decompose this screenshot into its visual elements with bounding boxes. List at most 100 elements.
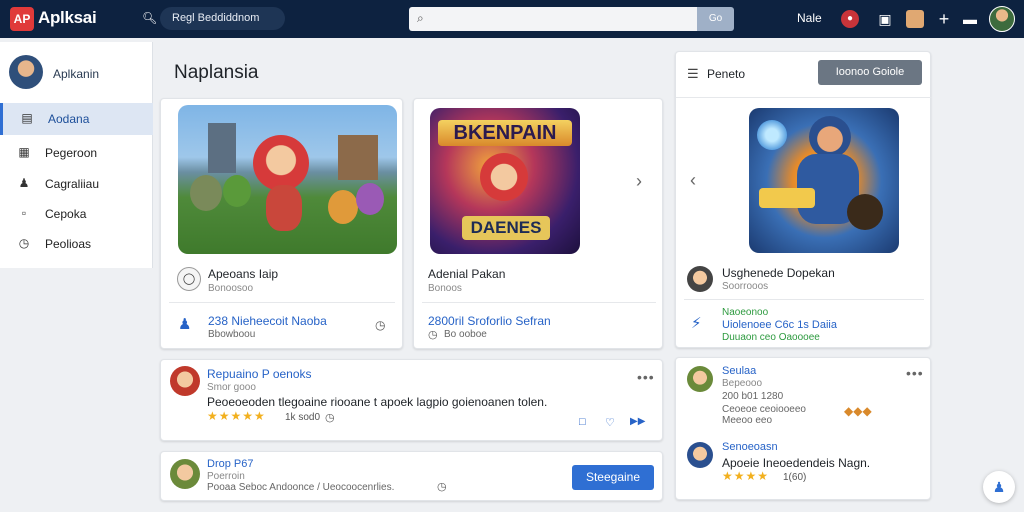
goblin-character: [328, 190, 358, 224]
card-subtitle: Bonoosoo: [208, 283, 254, 294]
search-button[interactable]: Go: [697, 7, 734, 31]
feed-title[interactable]: Drop P67: [207, 458, 253, 470]
search-input[interactable]: [409, 7, 697, 31]
avatar[interactable]: [170, 459, 200, 489]
review-body: Apoeie Ineoedendeis Nagn.: [722, 456, 871, 470]
goblin-character: [223, 175, 251, 207]
sidebar-item-label: Cagraliiau: [45, 177, 100, 191]
avatar[interactable]: [687, 266, 713, 292]
review-line: 200 b01 1280: [722, 391, 784, 402]
building-shape: [208, 123, 236, 173]
app-logo-icon[interactable]: AP: [10, 7, 34, 31]
card-meta: Bbowboou: [208, 329, 256, 340]
clock-icon[interactable]: ◷: [375, 318, 385, 332]
rating-count: 1k sod0: [285, 412, 321, 423]
avatar[interactable]: [687, 442, 713, 468]
search-field-icon: ⌕: [417, 11, 424, 25]
sidebar-avatar[interactable]: [9, 55, 43, 89]
clipboard-icon[interactable]: ▣: [874, 8, 896, 30]
feed-subtitle: Smor gooo: [207, 382, 256, 393]
panel-feature-line[interactable]: Uiolenoee C6c 1s Daiia: [722, 319, 837, 331]
user-icon: ♟: [178, 316, 192, 333]
divider: [169, 302, 395, 303]
chevron-left-icon[interactable]: ‹: [690, 170, 696, 191]
right-panel-card: ☰ Peneto Ioonoo Goiole ‹ Usghenede Dopek…: [675, 51, 932, 348]
menu-icon[interactable]: ☰: [687, 66, 699, 82]
avatar[interactable]: [687, 366, 713, 392]
hero-character: [809, 116, 851, 158]
sidebar: Aplkanin ▤ Aodana ▦ Pegeroon ♟ Cagraliia…: [0, 42, 153, 268]
profile-fab-icon[interactable]: ♟: [983, 471, 1015, 503]
add-icon[interactable]: +: [933, 8, 955, 30]
sidebar-user-name[interactable]: Aplkanin: [53, 67, 99, 81]
hero-body: [266, 185, 302, 231]
feed-title[interactable]: Repuaino P oenoks: [207, 367, 312, 381]
divider: [684, 299, 924, 300]
featured-card-2[interactable]: BKENPAIN DAENES › Adenial Pakan Bonoos 2…: [413, 98, 663, 349]
bolt-icon: ⚡︎: [691, 315, 702, 332]
review-desc: Meeoo eeo: [722, 415, 773, 426]
review-name[interactable]: Seulaa: [722, 365, 756, 377]
divider: [422, 302, 656, 303]
feed-body: Pooaa Seboc Andoonce / Ueocoocenrlies.: [207, 482, 395, 493]
toggle-icon[interactable]: ▬: [959, 8, 981, 30]
notification-icon[interactable]: ●: [841, 10, 859, 28]
app-name[interactable]: Aplksai: [38, 8, 97, 28]
user-name[interactable]: Nale: [797, 11, 822, 25]
sidebar-item-pegeroon[interactable]: ▦ Pegeroon: [0, 137, 153, 169]
card-title[interactable]: Adenial Pakan: [428, 267, 505, 281]
avatar[interactable]: [989, 6, 1015, 32]
clock-icon: ◷: [325, 412, 335, 424]
sidebar-item-aodana[interactable]: ▤ Aodana: [0, 103, 153, 135]
search-icon[interactable]: 🔍︎: [142, 11, 157, 25]
more-icon[interactable]: •••: [906, 365, 924, 381]
game-banner-bottom: DAENES: [462, 216, 550, 240]
top-navigation-bar: AP Aplksai 🔍︎ Regl Beddiddnom ⌕ Go Nale …: [0, 0, 1024, 38]
chevron-right-icon[interactable]: ›: [636, 171, 642, 192]
feed-card-1[interactable]: Repuaino P oenoks Smor gooo ••• Peoeoeod…: [160, 359, 663, 441]
badge-icon: ◆◆◆: [844, 404, 872, 418]
game-thumbnail[interactable]: [178, 105, 397, 254]
users-icon: ♟: [18, 176, 30, 190]
bomb-shape: [847, 194, 883, 230]
clock-icon: ◷: [18, 236, 30, 250]
panel-header-button[interactable]: Ioonoo Goiole: [818, 60, 922, 85]
more-icon[interactable]: •••: [637, 369, 655, 385]
share-icon[interactable]: ▶▶: [630, 416, 645, 427]
document-icon: ▤: [21, 111, 33, 125]
heart-icon[interactable]: ♡: [605, 416, 615, 429]
reviews-card: Seulaa Bepeooo ••• 200 b01 1280 Ceoeoe c…: [675, 357, 931, 500]
card-subtitle: Bonoos: [428, 283, 462, 294]
goblin-character: [356, 183, 384, 215]
featured-card-1[interactable]: ◯ Apeoans Iaip Bonoosoo ♟ 238 Nieheecoit…: [160, 98, 403, 349]
hero-character: [480, 153, 528, 201]
card-link[interactable]: 238 Nieheecoit Naoba: [208, 314, 327, 328]
game-icon: ◯: [177, 267, 201, 291]
sidebar-item-cagraliiau[interactable]: ♟ Cagraliiau: [0, 168, 153, 200]
card-link[interactable]: 2800ril Sroforlio Sefran: [428, 314, 551, 328]
review-name[interactable]: Senoeoasn: [722, 441, 778, 453]
action-button[interactable]: Steegaine: [572, 465, 654, 490]
energy-orb: [757, 120, 787, 150]
sidebar-item-peolioas[interactable]: ◷ Peolioas: [0, 228, 153, 260]
card-meta: Bo ooboe: [444, 329, 487, 340]
page-title: Naplansia: [174, 62, 259, 83]
star-rating-icon: ★★★★★: [207, 409, 266, 423]
feed-subtitle: Poerroin: [207, 471, 245, 482]
avatar[interactable]: [170, 366, 200, 396]
divider: [676, 97, 932, 98]
game-banner: [759, 188, 815, 208]
sidebar-item-label: Aodana: [48, 112, 90, 126]
chat-icon[interactable]: □: [579, 416, 586, 428]
feed-card-2[interactable]: Drop P67 Poerroin Pooaa Seboc Andoonce /…: [160, 451, 663, 501]
sidebar-item-cepoka[interactable]: ▫ Cepoka: [0, 198, 153, 230]
panel-feature-line: Naoeonoo: [722, 307, 769, 318]
game-thumbnail[interactable]: [749, 108, 899, 253]
rating-count: 1(60): [783, 472, 807, 483]
game-thumbnail[interactable]: BKENPAIN DAENES: [430, 108, 580, 254]
card-title[interactable]: Apeoans Iaip: [208, 267, 278, 281]
panel-feature-title[interactable]: Usghenede Dopekan: [722, 266, 835, 280]
messages-icon[interactable]: [906, 10, 924, 28]
nav-pill[interactable]: Regl Beddiddnom: [160, 7, 285, 30]
grid-icon: ▦: [18, 145, 30, 159]
